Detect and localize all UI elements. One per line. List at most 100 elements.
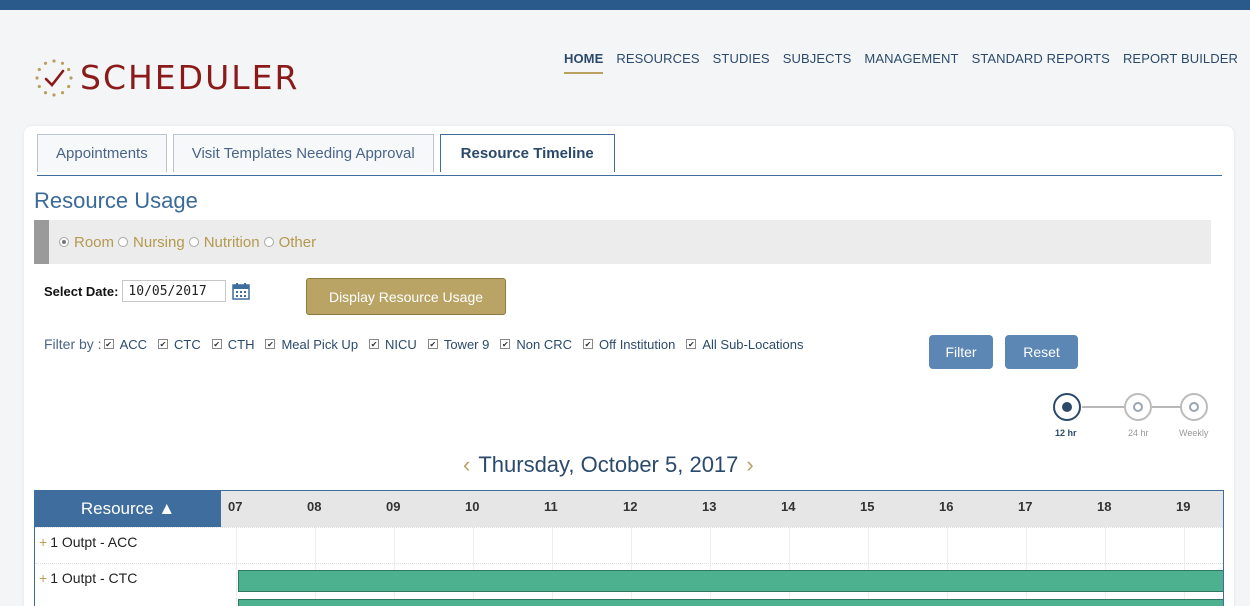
resource-type-bar: Room Nursing Nutrition Other	[34, 220, 1211, 264]
checkbox-checked-icon: ✔	[265, 339, 276, 349]
radio-selected-icon	[59, 237, 69, 247]
zoom-selector: 12 hr 24 hr Weekly	[1050, 390, 1210, 440]
app-name: SCHEDULER	[80, 58, 300, 97]
zoom-weekly[interactable]	[1180, 393, 1208, 421]
main-nav: HOME RESOURCES STUDIES SUBJECTS MANAGEME…	[563, 51, 1238, 74]
radio-icon	[263, 237, 274, 247]
checkbox-checked-icon: ✔	[103, 339, 114, 349]
zoom-option-icon	[1133, 402, 1143, 412]
nav-report-builder[interactable]: REPORT BUILDER	[1123, 51, 1238, 74]
radio-icon	[188, 237, 199, 247]
filter-item-label: Tower 9	[443, 336, 490, 352]
chevron-right-icon[interactable]: ›	[738, 452, 761, 478]
tab-visit-templates[interactable]: Visit Templates Needing Approval	[172, 134, 434, 172]
radio-icon	[118, 237, 129, 247]
zoom-label-24hr: 24 hr	[1128, 428, 1149, 438]
filter-acc[interactable]: ✔ ACC	[103, 336, 148, 352]
hour-label: 12	[623, 499, 638, 514]
hour-label: 14	[781, 499, 796, 514]
filter-all-sub-locations[interactable]: ✔ All Sub-Locations	[686, 336, 804, 352]
checkbox-checked-icon: ✔	[211, 339, 222, 349]
hour-label: 16	[939, 499, 954, 514]
zoom-12hr[interactable]	[1053, 393, 1081, 421]
date-label: Select Date:	[44, 283, 119, 299]
zoom-24hr[interactable]	[1124, 393, 1152, 421]
filter-label: Filter by :	[44, 336, 102, 352]
row-label: +1 Outpt - ACC	[39, 534, 137, 550]
hour-label: 19	[1176, 499, 1191, 514]
filter-off-institution[interactable]: ✔ Off Institution	[582, 336, 676, 352]
row-label-text: 1 Outpt - CTC	[50, 570, 138, 586]
radio-label: Room	[74, 233, 115, 251]
filter-item-label: Off Institution	[598, 336, 676, 352]
radio-nursing[interactable]: Nursing	[118, 234, 185, 251]
hour-label: 08	[307, 499, 322, 514]
tab-appointments[interactable]: Appointments	[37, 134, 167, 172]
section-title: Resource Usage	[34, 188, 198, 213]
booking-bar[interactable]	[238, 570, 1223, 592]
filter-cth[interactable]: ✔ CTH	[211, 337, 254, 352]
resource-timeline-grid: Resource ▲ 07 08 09 10 11 12 13 14 15 16 17 18 19 +1…	[34, 490, 1224, 606]
row-label: +1 Outpt - CTC	[39, 570, 137, 586]
reset-button[interactable]: Reset	[1005, 335, 1078, 369]
hour-label: 18	[1097, 499, 1112, 514]
filter-non-crc[interactable]: ✔ Non CRC	[500, 337, 572, 352]
calendar-icon[interactable]	[232, 282, 251, 300]
resource-column-header[interactable]: Resource ▲	[35, 491, 221, 527]
zoom-label-12hr: 12 hr	[1055, 428, 1077, 438]
nav-home[interactable]: HOME	[563, 51, 604, 74]
checkbox-checked-icon: ✔	[369, 339, 380, 349]
table-row[interactable]: +1 Outpt - CTC	[35, 563, 1223, 599]
tab-divider	[37, 175, 1222, 176]
filter-row: Filter by : ✔ ACC ✔ CTC ✔ CTH ✔ Meal Pick Up…	[44, 336, 815, 352]
filter-tower-9[interactable]: ✔ Tower 9	[427, 336, 490, 352]
expand-plus-icon[interactable]: +	[39, 534, 47, 550]
filter-item-label: ACC	[119, 336, 148, 352]
table-row[interactable]: +1 Outpt - ACC	[35, 527, 1223, 563]
tab-bar: Appointments Visit Templates Needing App…	[37, 134, 621, 172]
filter-meal-pick-up[interactable]: ✔ Meal Pick Up	[265, 337, 358, 352]
radio-room[interactable]: Room	[59, 234, 114, 251]
checkbox-checked-icon: ✔	[427, 339, 438, 349]
date-input[interactable]	[122, 280, 227, 302]
expand-plus-icon[interactable]: +	[39, 570, 47, 586]
row-label-text: 1 Outpt - ACC	[50, 534, 138, 550]
day-navigation: ‹ Thursday, October 5, 2017 ›	[455, 452, 762, 478]
filter-item-label: All Sub-Locations	[702, 336, 804, 352]
display-resource-usage-button[interactable]: Display Resource Usage	[306, 278, 506, 315]
clock-check-icon	[35, 59, 73, 97]
filter-item-label: NICU	[385, 336, 417, 352]
timeline-date-title: Thursday, October 5, 2017	[478, 452, 739, 477]
hour-label: 13	[702, 499, 717, 514]
radio-label: Nursing	[133, 233, 185, 251]
header: SCHEDULER HOME RESOURCES STUDIES SUBJECT…	[0, 10, 1250, 130]
hour-label: 15	[860, 499, 875, 514]
radio-label: Nutrition	[203, 233, 260, 251]
zoom-connector	[1082, 406, 1124, 408]
hour-label: 07	[228, 499, 243, 514]
radio-nutrition[interactable]: Nutrition	[188, 233, 260, 251]
radio-label: Other	[278, 233, 317, 251]
nav-studies[interactable]: STUDIES	[713, 51, 770, 74]
date-selector: Select Date:	[44, 280, 251, 302]
filter-ctc[interactable]: ✔ CTC	[158, 337, 201, 352]
checkbox-checked-icon: ✔	[158, 339, 169, 349]
hour-label: 11	[544, 499, 558, 514]
checkbox-checked-icon: ✔	[500, 339, 511, 349]
filter-button[interactable]: Filter	[929, 335, 993, 369]
chevron-left-icon[interactable]: ‹	[455, 452, 478, 478]
zoom-selected-icon	[1062, 402, 1072, 412]
checkbox-checked-icon: ✔	[686, 339, 697, 349]
nav-management[interactable]: MANAGEMENT	[864, 51, 958, 74]
nav-standard-reports[interactable]: STANDARD REPORTS	[972, 51, 1110, 74]
nav-subjects[interactable]: SUBJECTS	[783, 51, 852, 74]
nav-resources[interactable]: RESOURCES	[616, 51, 699, 74]
tab-resource-timeline[interactable]: Resource Timeline	[439, 134, 615, 172]
app-logo[interactable]: SCHEDULER	[34, 58, 299, 98]
checkbox-checked-icon: ✔	[582, 339, 593, 349]
booking-bar[interactable]	[238, 599, 1223, 606]
top-bar	[0, 0, 1250, 10]
radio-other[interactable]: Other	[263, 233, 317, 251]
filter-nicu[interactable]: ✔ NICU	[369, 337, 417, 352]
hour-label: 09	[386, 499, 401, 514]
